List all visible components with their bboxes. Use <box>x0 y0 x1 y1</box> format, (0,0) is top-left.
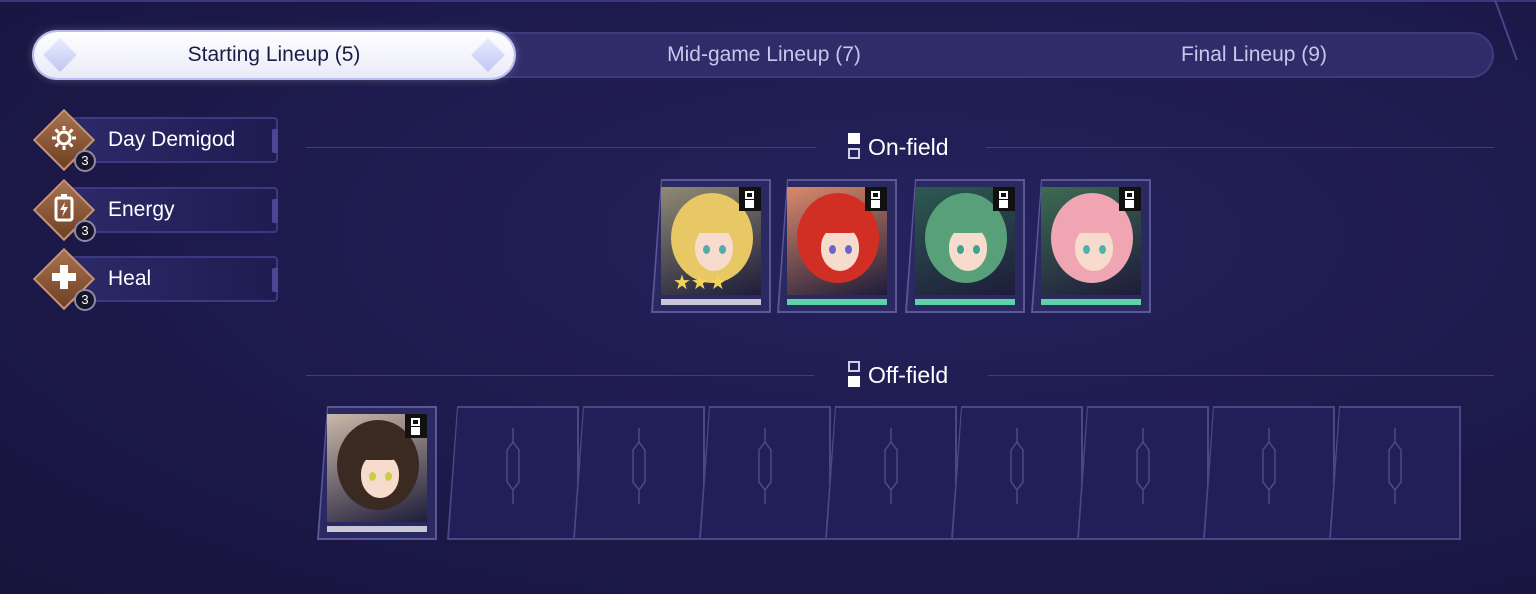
portrait-bangs <box>813 207 865 233</box>
trait-energy[interactable]: 3 Energy <box>32 178 278 242</box>
tab-label: Mid-game Lineup (7) <box>667 43 861 66</box>
portrait-eye <box>719 245 726 254</box>
tab-right-gem-icon <box>471 38 505 72</box>
on-field-divider-left <box>306 147 816 148</box>
trait-label: Energy <box>108 198 175 221</box>
portrait-eye <box>845 245 852 254</box>
battery-bolt-icon <box>48 192 80 224</box>
off-field-title: Off-field <box>868 362 949 388</box>
empty-card-slot[interactable] <box>447 406 579 540</box>
off-field-divider-left <box>306 375 814 376</box>
portrait-eye <box>369 472 376 481</box>
lineup-tabs: Starting Lineup (5) Mid-game Lineup (7) … <box>34 32 1494 78</box>
trait-count: 3 <box>74 150 96 172</box>
on-field-slot-badge-icon <box>865 187 887 211</box>
portrait-face <box>821 227 859 271</box>
trait-count: 3 <box>74 220 96 242</box>
empty-slot-icon <box>1388 428 1402 504</box>
empty-slot-icon <box>506 428 520 504</box>
portrait-eye <box>385 472 392 481</box>
trait-label: Day Demigod <box>108 128 236 151</box>
portrait-bangs <box>941 207 993 233</box>
portrait-eye <box>957 245 964 254</box>
empty-slot-icon <box>632 428 646 504</box>
cross-icon <box>48 261 80 293</box>
card-rarity-bar <box>327 526 427 532</box>
on-field-divider-right <box>986 147 1494 148</box>
on-field-slot-badge-icon <box>1119 187 1141 211</box>
on-field-character-card[interactable] <box>1031 179 1151 313</box>
card-rarity-bar <box>661 299 761 305</box>
portrait-face <box>695 227 733 271</box>
empty-slot-icon <box>1262 428 1276 504</box>
card-rarity-bar <box>1041 299 1141 305</box>
portrait-eye <box>703 245 710 254</box>
trait-count: 3 <box>74 289 96 311</box>
empty-slot-icon <box>1010 428 1024 504</box>
portrait-eye <box>829 245 836 254</box>
trait-heal[interactable]: 3 Heal <box>32 247 278 311</box>
on-field-slot-badge-icon <box>405 414 427 438</box>
trait-label: Heal <box>108 267 152 290</box>
portrait-bangs <box>687 207 739 233</box>
empty-card-slot[interactable] <box>951 406 1083 540</box>
on-field-slot-icon <box>848 133 860 159</box>
tab-label: Final Lineup (9) <box>1181 43 1327 66</box>
tab-mid-game-lineup[interactable]: Mid-game Lineup (7) <box>524 32 1004 78</box>
portrait-eye <box>1083 245 1090 254</box>
portrait-eye <box>973 245 980 254</box>
empty-card-slot[interactable] <box>699 406 831 540</box>
tab-starting-lineup[interactable]: Starting Lineup (5) <box>34 32 514 78</box>
empty-card-slot[interactable] <box>1329 406 1461 540</box>
empty-card-slot[interactable] <box>1077 406 1209 540</box>
on-field-character-card[interactable] <box>905 179 1025 313</box>
off-field-slot-icon <box>848 361 860 387</box>
off-field-character-card[interactable] <box>317 406 437 540</box>
empty-card-slot[interactable] <box>573 406 705 540</box>
tab-label: Starting Lineup (5) <box>187 43 361 66</box>
on-field-slot-badge-icon <box>739 187 761 211</box>
on-field-character-card[interactable] <box>777 179 897 313</box>
sun-gear-icon <box>48 122 80 154</box>
trait-day-demigod[interactable]: 3 Day Demigod <box>32 108 278 172</box>
empty-card-slot[interactable] <box>825 406 957 540</box>
portrait-face <box>949 227 987 271</box>
on-field-character-card[interactable]: ★★★ <box>651 179 771 313</box>
portrait-eye <box>1099 245 1106 254</box>
star-rating: ★★★ <box>673 272 727 294</box>
empty-slot-icon <box>1136 428 1150 504</box>
empty-card-slot[interactable] <box>1203 406 1335 540</box>
empty-slot-icon <box>884 428 898 504</box>
trait-box <box>68 256 278 302</box>
empty-slot-icon <box>758 428 772 504</box>
portrait-bangs <box>353 434 405 460</box>
on-field-title: On-field <box>868 134 949 160</box>
portrait-face <box>361 454 399 498</box>
tab-left-gem-icon <box>43 38 77 72</box>
card-rarity-bar <box>787 299 887 305</box>
off-field-divider-right <box>988 375 1494 376</box>
card-rarity-bar <box>915 299 1015 305</box>
portrait-bangs <box>1067 207 1119 233</box>
on-field-slot-badge-icon <box>993 187 1015 211</box>
tab-final-lineup[interactable]: Final Lineup (9) <box>1014 32 1494 78</box>
portrait-face <box>1075 227 1113 271</box>
